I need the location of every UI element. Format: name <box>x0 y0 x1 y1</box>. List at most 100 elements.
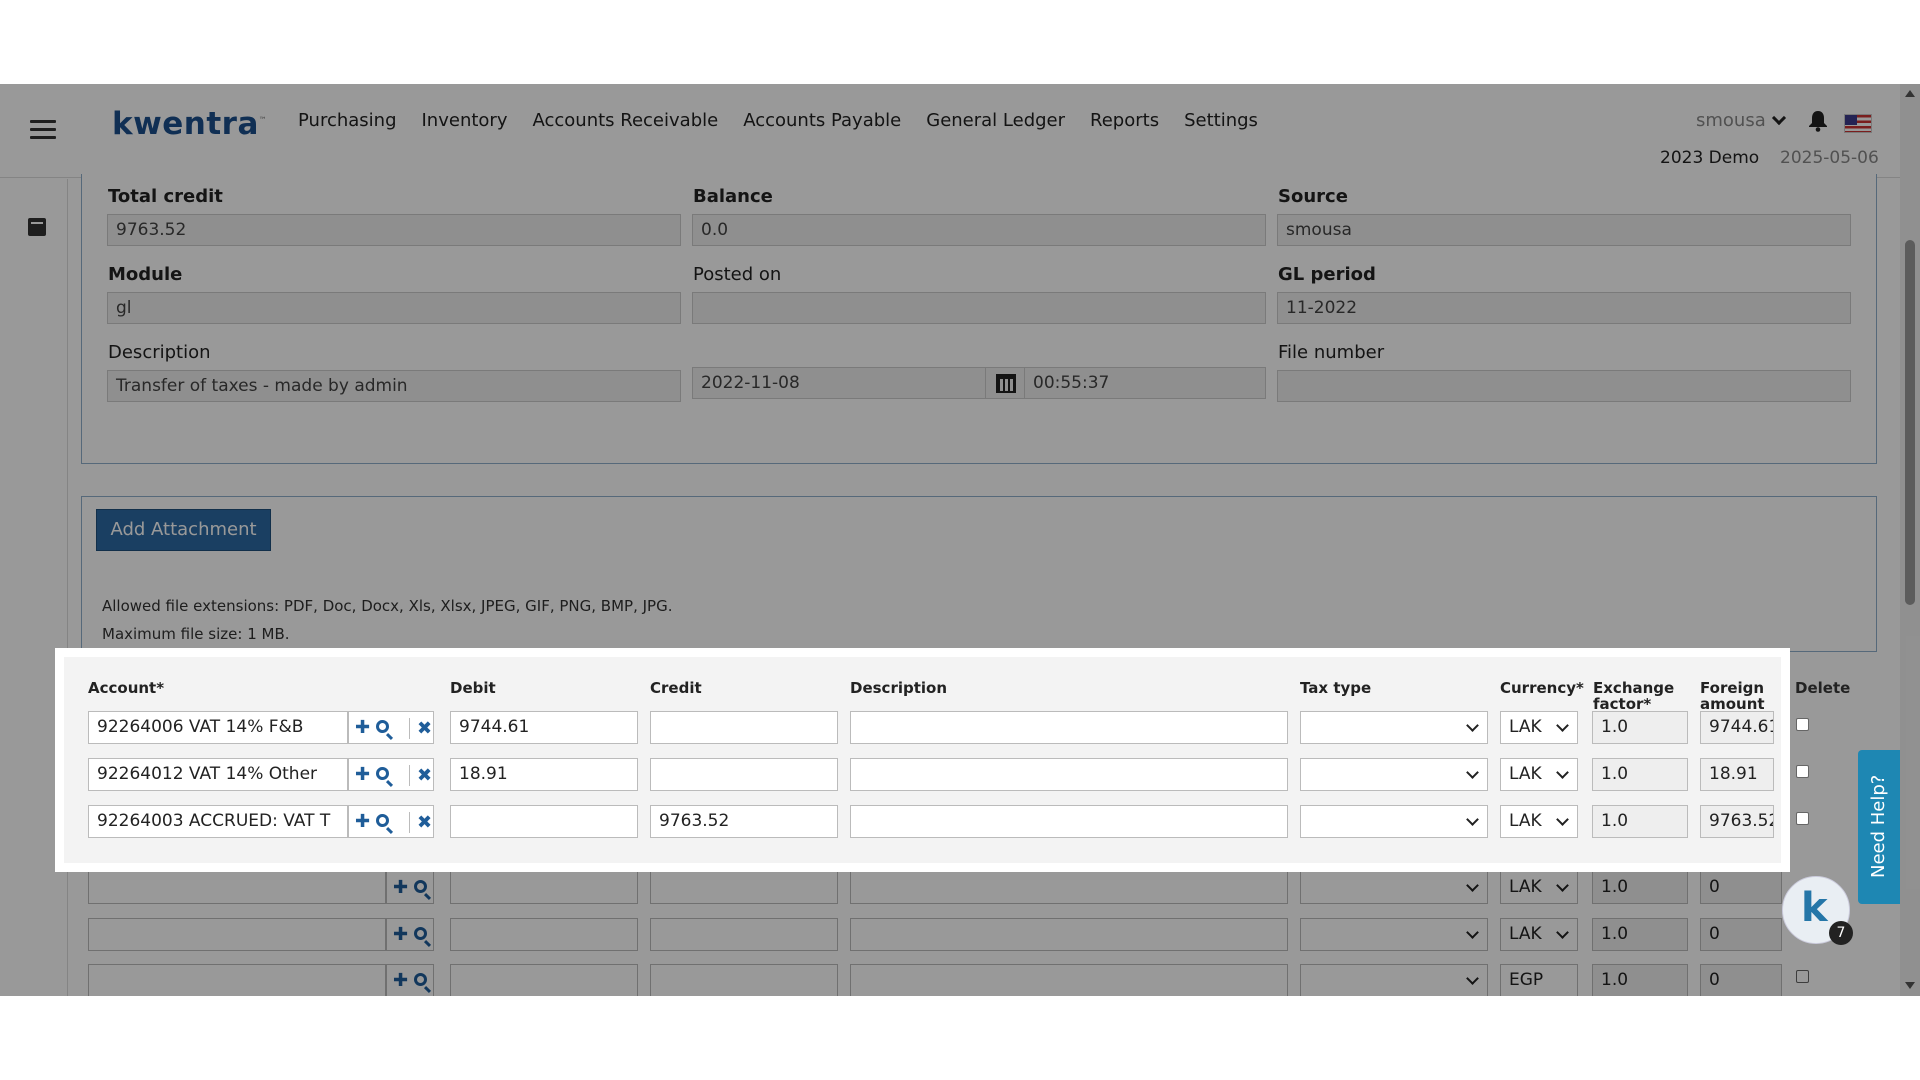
delete-checkbox[interactable] <box>1796 812 1809 825</box>
tax-type-select[interactable] <box>1300 918 1488 951</box>
description-input[interactable] <box>850 964 1288 996</box>
exchange-factor-input[interactable]: 1.0 <box>1592 711 1688 744</box>
plus-icon[interactable]: ✚ <box>393 879 408 897</box>
plus-icon[interactable]: ✚ <box>393 972 408 990</box>
journal-lines-table: Account* Debit Credit Description Tax ty… <box>64 657 1850 863</box>
exchange-factor-input[interactable]: 1.0 <box>1592 805 1688 838</box>
need-help-tab[interactable]: Need Help? <box>1858 750 1900 904</box>
account-input[interactable]: 92264006 VAT 14% F&B <box>88 711 348 744</box>
tax-type-select[interactable] <box>1300 805 1488 838</box>
plus-icon[interactable]: ✚ <box>355 719 370 737</box>
plus-icon[interactable]: ✚ <box>355 766 370 784</box>
description-input[interactable] <box>850 805 1288 838</box>
delete-checkbox[interactable] <box>1796 718 1809 731</box>
menu-reports[interactable]: Reports <box>1090 110 1159 131</box>
scroll-down-arrow-icon[interactable] <box>1905 982 1915 989</box>
account-input[interactable] <box>88 871 386 904</box>
search-icon[interactable] <box>376 814 389 827</box>
source-field: smousa <box>1277 214 1851 246</box>
exchange-factor-input[interactable]: 1.0 <box>1592 918 1688 951</box>
debit-input[interactable] <box>450 871 638 904</box>
account-input[interactable]: 92264012 VAT 14% Other <box>88 758 348 791</box>
account-actions: ✚ <box>386 871 434 904</box>
search-icon[interactable] <box>414 973 427 986</box>
description-header: Description <box>850 679 948 697</box>
description-label: Description <box>108 342 211 363</box>
menu-accounts-receivable[interactable]: Accounts Receivable <box>532 110 718 131</box>
debit-input[interactable] <box>450 918 638 951</box>
time-field[interactable]: 00:55:37 <box>1024 367 1266 399</box>
foreign-amount-input: 0 <box>1700 964 1782 996</box>
debit-input[interactable] <box>450 805 638 838</box>
source-label: Source <box>1278 186 1348 207</box>
account-input[interactable] <box>88 918 386 951</box>
currency-select[interactable]: LAK <box>1500 711 1578 744</box>
add-attachment-button[interactable]: Add Attachment <box>96 509 271 551</box>
close-icon[interactable]: ✖ <box>409 718 432 739</box>
date-field[interactable]: 2022-11-08 <box>692 367 988 399</box>
scrollbar-thumb[interactable] <box>1905 240 1915 605</box>
menu-inventory[interactable]: Inventory <box>422 110 508 131</box>
sidebar <box>0 179 68 996</box>
calendar-icon[interactable] <box>985 367 1025 399</box>
delete-checkbox[interactable] <box>1796 970 1809 983</box>
hamburger-menu-icon[interactable] <box>30 120 56 140</box>
currency-select[interactable]: LAK <box>1500 871 1578 904</box>
kwentra-logo[interactable]: kwentra™ <box>112 106 267 142</box>
search-icon[interactable] <box>414 927 427 940</box>
debit-input[interactable]: 18.91 <box>450 758 638 791</box>
description-input[interactable] <box>850 711 1288 744</box>
close-icon[interactable]: ✖ <box>409 765 432 786</box>
file-number-field[interactable] <box>1277 370 1851 402</box>
foreign-amount-input: 0 <box>1700 871 1782 904</box>
exchange-factor-input[interactable]: 1.0 <box>1592 871 1688 904</box>
currency-input[interactable]: EGP <box>1500 964 1578 996</box>
credit-input[interactable]: 9763.52 <box>650 805 838 838</box>
document-icon[interactable] <box>28 218 46 236</box>
tax-type-select[interactable] <box>1300 758 1488 791</box>
credit-input[interactable] <box>650 918 838 951</box>
exchange-factor-input[interactable]: 1.0 <box>1592 758 1688 791</box>
account-actions: ✚ ✖ <box>348 711 434 744</box>
search-icon[interactable] <box>376 720 389 733</box>
currency-select[interactable]: LAK <box>1500 758 1578 791</box>
account-input[interactable]: 92264003 ACCRUED: VAT T <box>88 805 348 838</box>
account-input[interactable] <box>88 964 386 996</box>
kwentra-chat-bubble[interactable]: k 7 <box>1782 876 1853 945</box>
plus-icon[interactable]: ✚ <box>355 813 370 831</box>
menu-settings[interactable]: Settings <box>1184 110 1258 131</box>
delete-checkbox[interactable] <box>1796 765 1809 778</box>
page-scrollbar[interactable] <box>1900 84 1920 996</box>
menu-purchasing[interactable]: Purchasing <box>298 110 397 131</box>
tax-type-select[interactable] <box>1300 964 1488 996</box>
exchange-factor-input[interactable]: 1.0 <box>1592 964 1688 996</box>
close-icon[interactable]: ✖ <box>409 812 432 833</box>
debit-input[interactable]: 9744.61 <box>450 711 638 744</box>
tax-type-header: Tax type <box>1300 679 1372 697</box>
description-field[interactable]: Transfer of taxes - made by admin <box>107 370 681 402</box>
credit-input[interactable] <box>650 758 838 791</box>
credit-input[interactable] <box>650 871 838 904</box>
credit-input[interactable] <box>650 964 838 996</box>
debit-input[interactable] <box>450 964 638 996</box>
credit-input[interactable] <box>650 711 838 744</box>
search-icon[interactable] <box>414 880 427 893</box>
file-number-label: File number <box>1278 342 1385 363</box>
menu-accounts-payable[interactable]: Accounts Payable <box>743 110 901 131</box>
description-input[interactable] <box>850 758 1288 791</box>
description-input[interactable] <box>850 918 1288 951</box>
plus-icon[interactable]: ✚ <box>393 926 408 944</box>
total-credit-label: Total credit <box>108 186 223 207</box>
scroll-up-arrow-icon[interactable] <box>1905 90 1915 97</box>
currency-select[interactable]: LAK <box>1500 805 1578 838</box>
tax-type-select[interactable] <box>1300 871 1488 904</box>
attachment-section: Add Attachment Allowed file extensions: … <box>81 496 1877 652</box>
user-menu[interactable]: smousa <box>1696 110 1786 131</box>
search-icon[interactable] <box>376 767 389 780</box>
tax-type-select[interactable] <box>1300 711 1488 744</box>
currency-select[interactable]: LAK <box>1500 918 1578 951</box>
menu-general-ledger[interactable]: General Ledger <box>926 110 1065 131</box>
description-input[interactable] <box>850 871 1288 904</box>
bell-icon[interactable] <box>1808 110 1828 132</box>
us-flag-icon[interactable] <box>1844 114 1872 133</box>
